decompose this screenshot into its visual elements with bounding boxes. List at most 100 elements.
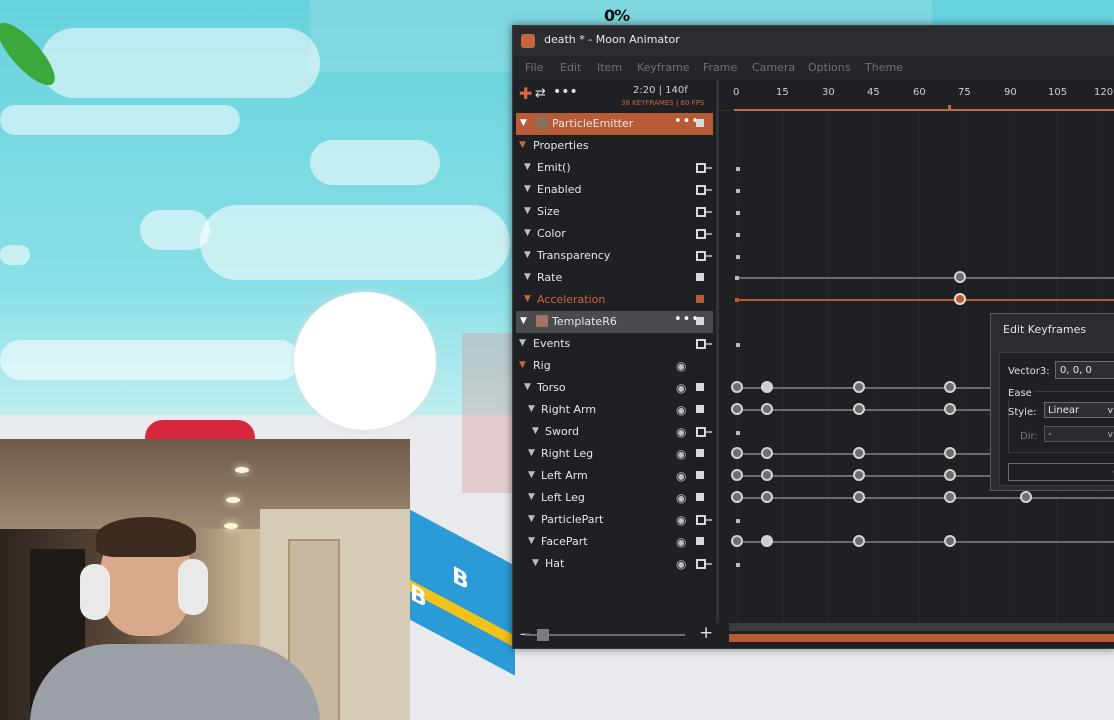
collapse-icon[interactable]: ▼: [524, 382, 531, 392]
keyframe[interactable]: [731, 491, 743, 503]
keyframe-toggle-icon[interactable]: [696, 449, 704, 457]
eye-icon[interactable]: ◉: [676, 513, 686, 527]
eye-icon[interactable]: ◉: [676, 535, 686, 549]
keyframe[interactable]: [731, 447, 743, 459]
keyframe[interactable]: [731, 535, 743, 547]
eye-icon[interactable]: ◉: [676, 425, 686, 439]
keyframe[interactable]: [761, 381, 773, 393]
collapse-icon[interactable]: ▼: [524, 294, 531, 304]
keyframe[interactable]: [731, 381, 743, 393]
checkbox-icon[interactable]: [696, 119, 704, 127]
keyframe[interactable]: [944, 469, 956, 481]
collapse-icon[interactable]: ▼: [519, 360, 526, 370]
keyframe[interactable]: [731, 403, 743, 415]
keyframe-toggle-icon[interactable]: [696, 251, 712, 261]
tree-item-facepart[interactable]: ▼ FacePart ◉: [513, 531, 713, 553]
tree-item-properties[interactable]: ▼ Properties: [513, 135, 713, 157]
tree-item-right-arm[interactable]: ▼ Right Arm ◉: [513, 399, 713, 421]
keyframe-marker[interactable]: [736, 233, 740, 237]
collapse-icon[interactable]: ▼: [528, 404, 535, 414]
keyframe[interactable]: [944, 381, 956, 393]
menu-edit[interactable]: Edit: [560, 61, 581, 74]
keyframe[interactable]: [853, 447, 865, 459]
keyframe-marker[interactable]: [735, 298, 739, 302]
tree-item-transparency[interactable]: ▼ Transparency: [513, 245, 713, 267]
ok-button[interactable]: O: [1008, 463, 1114, 481]
keyframe-toggle-icon[interactable]: [696, 273, 704, 281]
more-icon[interactable]: •••: [553, 84, 578, 100]
tree-item-left-arm[interactable]: ▼ Left Arm ◉: [513, 465, 713, 487]
keyframe-marker[interactable]: [736, 167, 740, 171]
keyframe[interactable]: [944, 447, 956, 459]
tree-item-templater6[interactable]: ▼ TemplateR6 •••: [516, 311, 713, 333]
collapse-icon[interactable]: ▼: [520, 316, 527, 326]
collapse-icon[interactable]: ▼: [528, 448, 535, 458]
zoom-in-icon[interactable]: +: [699, 623, 713, 643]
keyframe-toggle-icon[interactable]: [696, 163, 712, 173]
keyframe-toggle-icon[interactable]: [696, 295, 704, 303]
tree-item-events[interactable]: ▼ Events: [513, 333, 713, 355]
timeline-scrollbar[interactable]: [729, 623, 1114, 631]
collapse-icon[interactable]: ▼: [528, 470, 535, 480]
collapse-icon[interactable]: ▼: [528, 514, 535, 524]
style-select[interactable]: Linear v: [1044, 402, 1114, 418]
menu-frame[interactable]: Frame: [703, 61, 737, 74]
keyframe[interactable]: [944, 403, 956, 415]
keyframe-toggle-icon[interactable]: [696, 185, 712, 195]
collapse-icon[interactable]: ▼: [524, 272, 531, 282]
collapse-icon[interactable]: ▼: [524, 206, 531, 216]
dir-select[interactable]: - v: [1044, 426, 1114, 442]
collapse-icon[interactable]: ▼: [524, 162, 531, 172]
zoom-slider[interactable]: [525, 634, 685, 636]
tree-item-acceleration[interactable]: ▼ Acceleration: [513, 289, 713, 311]
tree-item-hat[interactable]: ▼ Hat ◉: [513, 553, 713, 575]
tree-item-color[interactable]: ▼ Color: [513, 223, 713, 245]
keyframe[interactable]: [853, 535, 865, 547]
vector3-input[interactable]: 0, 0, 0: [1055, 361, 1114, 379]
keyframe-toggle-icon[interactable]: [696, 537, 704, 545]
tree-item-size[interactable]: ▼ Size: [513, 201, 713, 223]
collapse-icon[interactable]: ▼: [519, 338, 526, 348]
keyframe[interactable]: [761, 403, 773, 415]
timeline-range-bar[interactable]: [729, 634, 1114, 642]
eye-icon[interactable]: ◉: [676, 557, 686, 571]
keyframe[interactable]: [954, 293, 966, 305]
playhead[interactable]: [948, 105, 951, 111]
timeline-ruler[interactable]: 0 15 30 45 60 75 90 105 120: [718, 80, 1114, 111]
eye-icon[interactable]: ◉: [676, 469, 686, 483]
keyframe[interactable]: [954, 271, 966, 283]
keyframe-toggle-icon[interactable]: [696, 207, 712, 217]
tree-item-enabled[interactable]: ▼ Enabled: [513, 179, 713, 201]
keyframe-toggle-icon[interactable]: [696, 229, 712, 239]
keyframe[interactable]: [944, 491, 956, 503]
tree-item-rig[interactable]: ▼ Rig ◉: [513, 355, 713, 377]
keyframe-toggle-icon[interactable]: [696, 559, 712, 569]
eye-icon[interactable]: ◉: [676, 491, 686, 505]
collapse-icon[interactable]: ▼: [532, 426, 539, 436]
menu-file[interactable]: File: [525, 61, 543, 74]
keyframe[interactable]: [761, 447, 773, 459]
tree-item-particlepart[interactable]: ▼ ParticlePart ◉: [513, 509, 713, 531]
keyframe[interactable]: [761, 469, 773, 481]
eye-icon[interactable]: ◉: [676, 381, 686, 395]
keyframe-toggle-icon[interactable]: [696, 339, 712, 349]
keyframe-marker[interactable]: [736, 519, 740, 523]
tree-item-rate[interactable]: ▼ Rate: [513, 267, 713, 289]
tree-item-torso[interactable]: ▼ Torso ◉: [513, 377, 713, 399]
collapse-icon[interactable]: ▼: [532, 558, 539, 568]
tree-item-particleemitter[interactable]: ▼ ParticleEmitter •••: [516, 113, 713, 135]
keyframe-toggle-icon[interactable]: [696, 515, 712, 525]
keyframe-marker[interactable]: [736, 343, 740, 347]
keyframe[interactable]: [853, 381, 865, 393]
keyframe[interactable]: [853, 469, 865, 481]
eye-icon[interactable]: ◉: [676, 359, 686, 373]
menu-camera[interactable]: Camera: [752, 61, 795, 74]
zoom-slider-handle[interactable]: [537, 629, 549, 641]
keyframe-marker[interactable]: [736, 189, 740, 193]
menu-item[interactable]: Item: [597, 61, 622, 74]
keyframe-toggle-icon[interactable]: [696, 405, 704, 413]
keyframe-marker[interactable]: [736, 211, 740, 215]
menu-theme[interactable]: Theme: [865, 61, 903, 74]
menu-keyframe[interactable]: Keyframe: [637, 61, 690, 74]
keyframe[interactable]: [853, 491, 865, 503]
